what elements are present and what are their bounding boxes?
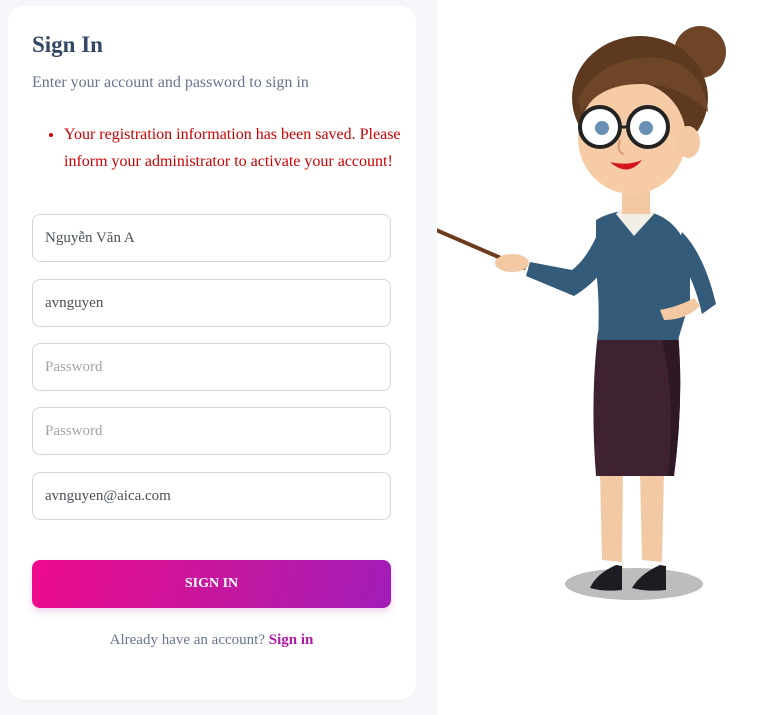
- sign-in-link[interactable]: Sign in: [269, 632, 314, 648]
- registration-message-list: Your registration information has been s…: [32, 122, 426, 175]
- confirm-password-input[interactable]: [32, 407, 391, 455]
- page-title: Sign In: [32, 32, 103, 57]
- sign-in-button[interactable]: SIGN IN: [32, 560, 391, 608]
- username-input[interactable]: [32, 279, 391, 327]
- registration-success-message: Your registration information has been s…: [64, 122, 426, 175]
- fullname-input[interactable]: [32, 214, 391, 262]
- email-input[interactable]: [32, 472, 391, 520]
- page-subtitle: Enter your account and password to sign …: [32, 74, 309, 91]
- teacher-with-pointer-illustration: [437, 26, 726, 600]
- sign-in-card: Sign In Enter your account and password …: [8, 6, 416, 700]
- footer-prompt-text: Already have an account?: [109, 632, 265, 648]
- footer-signin-prompt: Already have an account? Sign in: [32, 632, 391, 649]
- password-input[interactable]: [32, 343, 391, 391]
